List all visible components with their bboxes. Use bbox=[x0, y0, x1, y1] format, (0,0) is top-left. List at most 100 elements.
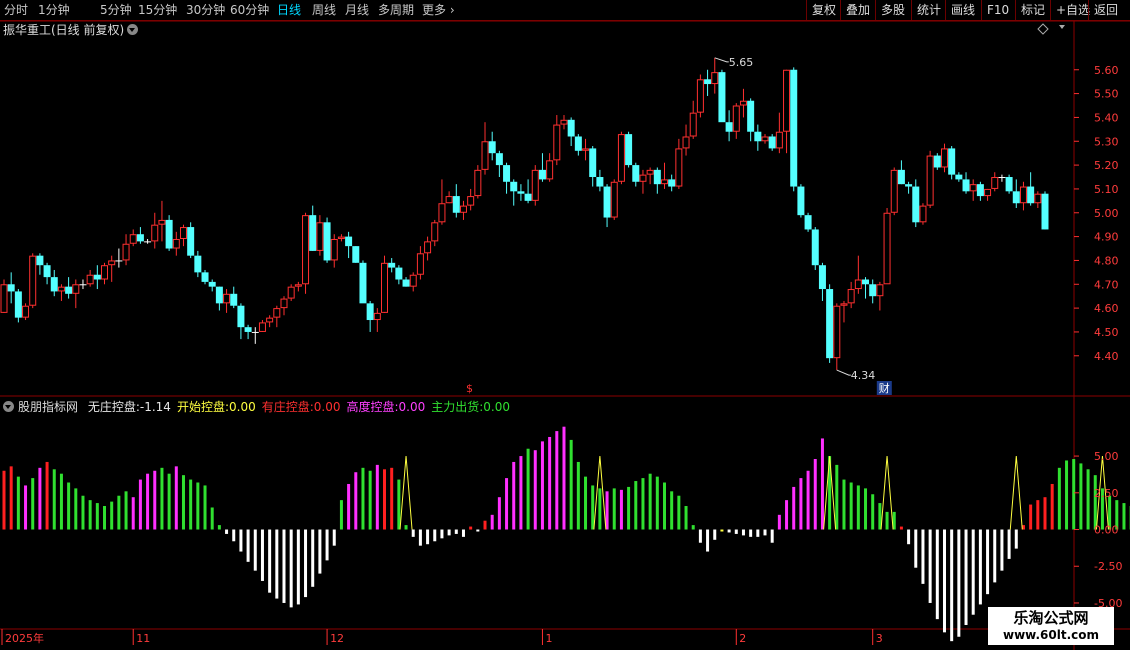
indicator-bar bbox=[1086, 469, 1090, 530]
candle-body bbox=[136, 234, 144, 242]
candle bbox=[1034, 191, 1042, 208]
candle bbox=[847, 281, 855, 309]
indicator-bar bbox=[684, 506, 688, 530]
indicator-title-bar: 股朋指标网 无庄控盘:-1.14 开始控盘:0.00 有庄控盘:0.00 高度控盘:0… bbox=[3, 398, 510, 415]
indicator-bar bbox=[935, 529, 939, 620]
indicator-bar bbox=[490, 514, 494, 530]
candle bbox=[754, 124, 762, 151]
candle bbox=[359, 260, 367, 304]
chart-frame bbox=[0, 20, 1130, 650]
indicator-bar bbox=[785, 500, 789, 530]
candle bbox=[524, 179, 532, 204]
candle-body bbox=[646, 169, 654, 175]
candle bbox=[251, 327, 259, 344]
indicator-bar bbox=[648, 473, 652, 530]
indicator-name[interactable]: 股朋指标网 bbox=[18, 400, 78, 414]
candle bbox=[538, 153, 546, 182]
candle-body bbox=[603, 186, 611, 218]
price-tick-label: 5.30 bbox=[1094, 135, 1119, 148]
candle-body bbox=[337, 236, 345, 239]
candle bbox=[811, 227, 819, 270]
candle bbox=[474, 165, 482, 199]
indicator-value-4: 主力出货:0.00 bbox=[431, 400, 511, 414]
candle-body bbox=[675, 148, 683, 187]
indicator-bar bbox=[426, 529, 430, 545]
candle bbox=[589, 146, 597, 187]
candle bbox=[136, 227, 144, 244]
indicator-bar bbox=[727, 529, 731, 533]
indicator-bar bbox=[347, 483, 351, 530]
candle-body bbox=[582, 148, 590, 151]
candle-body bbox=[1034, 193, 1042, 204]
price-tick-label: 4.80 bbox=[1094, 254, 1119, 267]
candle-body bbox=[962, 179, 970, 192]
indicator-bar bbox=[662, 482, 666, 530]
candle bbox=[768, 134, 776, 151]
candle bbox=[14, 289, 22, 323]
candle-body bbox=[919, 205, 927, 223]
indicator-bar bbox=[619, 489, 623, 530]
candle-body bbox=[747, 100, 755, 132]
indicator-bar bbox=[1079, 463, 1083, 530]
candle bbox=[445, 191, 453, 204]
dividend-marker[interactable]: $ bbox=[466, 382, 473, 395]
indicator-bar bbox=[598, 488, 602, 530]
candle-body bbox=[352, 246, 360, 263]
candle-body bbox=[503, 165, 511, 182]
candle bbox=[962, 172, 970, 194]
indicator-bar bbox=[792, 486, 796, 530]
chevron-down-icon[interactable] bbox=[3, 401, 14, 412]
indicator-bar bbox=[246, 529, 250, 562]
candle-body bbox=[409, 274, 417, 287]
indicator-bar bbox=[497, 497, 501, 530]
candle-body bbox=[610, 181, 618, 218]
indicator-bar bbox=[978, 529, 982, 605]
candle bbox=[402, 277, 410, 287]
indicator-bar bbox=[476, 529, 480, 532]
triangle-down-icon[interactable] bbox=[1059, 25, 1065, 29]
indicator-bar bbox=[677, 495, 681, 530]
candle-body bbox=[129, 234, 137, 244]
candle bbox=[919, 203, 927, 225]
indicator-number-2: 0.00 bbox=[313, 400, 341, 414]
candle-body bbox=[1012, 191, 1020, 204]
candle-body bbox=[194, 255, 202, 273]
candle-body bbox=[524, 193, 532, 201]
diamond-icon[interactable] bbox=[1037, 23, 1049, 35]
watermark-title: 乐淘公式网 bbox=[1013, 609, 1089, 627]
candle-body bbox=[955, 174, 963, 180]
candle-body bbox=[381, 262, 389, 313]
indicator-bar bbox=[361, 467, 365, 530]
candle-body bbox=[22, 305, 30, 318]
chevron-down-icon[interactable] bbox=[127, 24, 139, 35]
candle-body bbox=[725, 122, 733, 132]
candle-body bbox=[438, 203, 446, 223]
candle bbox=[302, 212, 310, 294]
stock-title[interactable]: 振华重工(日线 前复权) bbox=[3, 21, 139, 38]
candle bbox=[818, 262, 826, 301]
candle bbox=[29, 253, 37, 309]
indicator-bar bbox=[447, 529, 451, 536]
indicator-bar bbox=[734, 529, 738, 534]
indicator-number-4: 0.00 bbox=[483, 400, 511, 414]
indicator-bar bbox=[864, 488, 868, 530]
candle-body bbox=[553, 124, 561, 161]
finance-marker[interactable]: 财 bbox=[879, 381, 890, 395]
candle-body bbox=[122, 243, 130, 261]
indicator-bar bbox=[167, 473, 171, 530]
candle bbox=[876, 281, 884, 311]
indicator-bar bbox=[1065, 460, 1069, 530]
indicator-bar bbox=[627, 486, 631, 530]
candle-body bbox=[790, 69, 798, 187]
indicator-bar bbox=[311, 529, 315, 587]
candle bbox=[797, 184, 805, 218]
candle bbox=[905, 181, 913, 194]
candle bbox=[373, 308, 381, 332]
indicator-bar bbox=[16, 476, 20, 530]
chart-area[interactable]: 5.60 5.50 5.40 5.30 5.20 5.10 5.00 4.90 4.80 4.70… bbox=[0, 0, 1130, 650]
candle bbox=[230, 286, 238, 309]
indicator-bar bbox=[569, 439, 573, 530]
candle-body bbox=[215, 286, 223, 304]
candle-body bbox=[416, 253, 424, 275]
date-tick-label: 2025年 bbox=[5, 631, 44, 645]
